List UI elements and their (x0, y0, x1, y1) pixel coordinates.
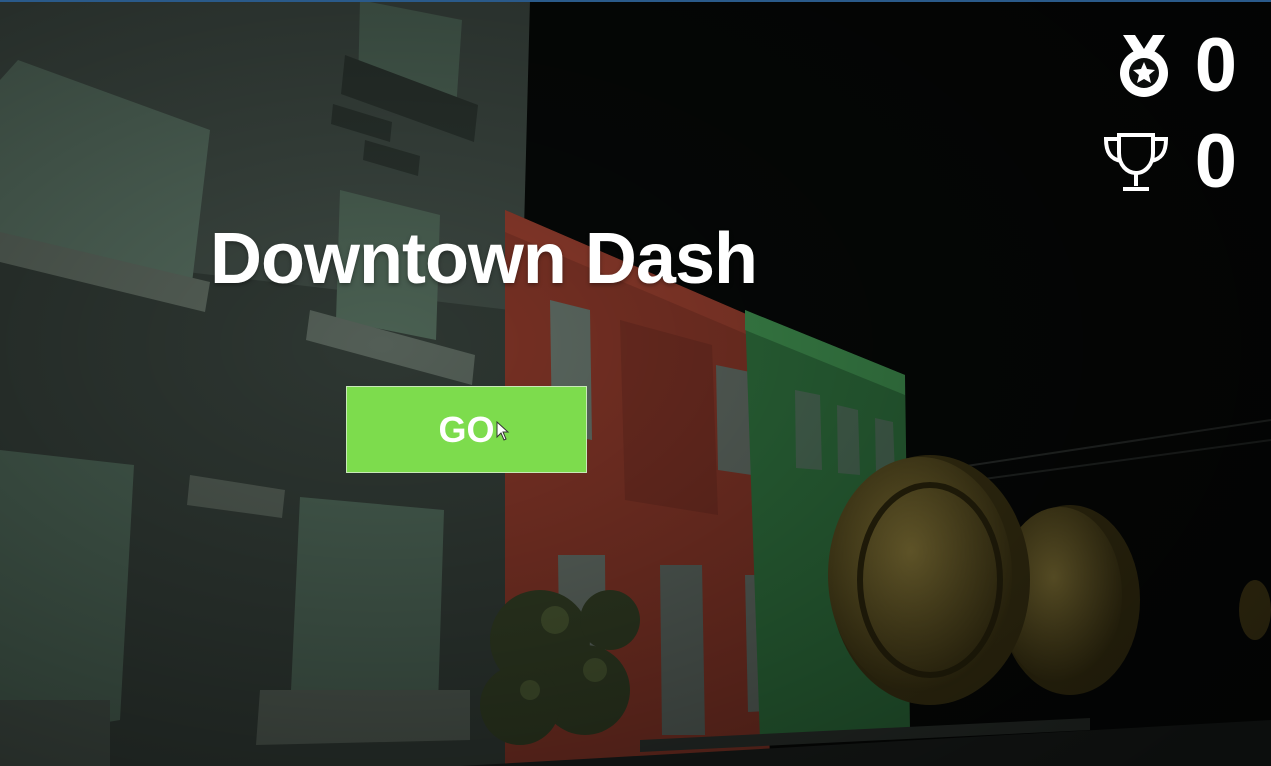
go-button-label: GO (438, 408, 495, 450)
medal-value: 0 (1194, 23, 1237, 108)
game-title: Downtown Dash (210, 219, 758, 299)
go-button[interactable]: GO (346, 386, 587, 473)
trophy-icon (1103, 133, 1169, 191)
street-background (0, 0, 1271, 766)
trophy-counter: 0 (1101, 124, 1237, 200)
mouse-cursor-icon (496, 421, 510, 441)
window-top-border (0, 0, 1271, 2)
trophy-value: 0 (1194, 119, 1237, 204)
medal-counter: 0 (1117, 28, 1237, 104)
game-scene (0, 0, 1271, 766)
medal-icon (1120, 35, 1168, 97)
